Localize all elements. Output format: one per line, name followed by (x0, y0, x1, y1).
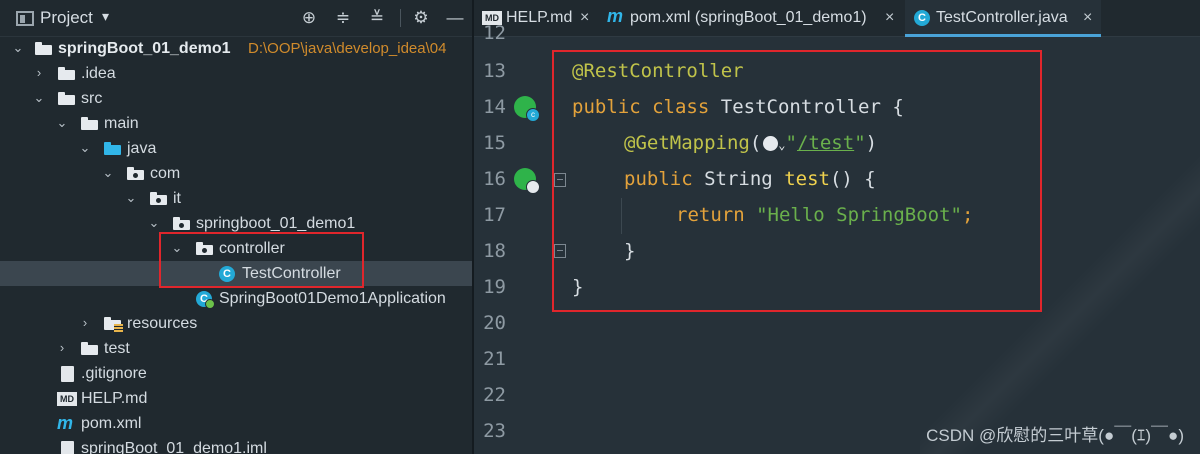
tree-row-test[interactable]: › test (0, 336, 472, 361)
maven-file-icon: m (57, 413, 74, 433)
iml-file-icon (61, 441, 74, 454)
tree-item-label: pom.xml (81, 415, 142, 432)
tree-item-label: SpringBoot01Demo1Application (219, 290, 446, 307)
watermark: CSDN @欣慰的三叶草(●￣(ｴ)￣●) (926, 426, 1184, 445)
class-icon: C (914, 10, 930, 26)
line-number: 21 (483, 348, 506, 370)
tree-row-gitignore[interactable]: .gitignore (0, 361, 472, 386)
highlight-box-code (552, 50, 1042, 312)
close-icon[interactable]: × (580, 9, 589, 27)
chevron-down-icon[interactable]: ⌄ (55, 113, 69, 133)
tab-label: TestController.java (936, 9, 1068, 26)
tree-item-label: src (81, 90, 103, 107)
spring-bean-gutter-icon[interactable]: c (514, 96, 540, 122)
collapse-all-icon[interactable]: ≚ (366, 7, 388, 29)
folder-icon (58, 67, 75, 80)
project-view-icon (16, 11, 34, 26)
highlight-box-controller (159, 232, 364, 288)
chevron-down-icon[interactable]: ⌄ (101, 163, 115, 183)
close-icon[interactable]: × (1083, 9, 1092, 27)
chevron-right-icon[interactable]: › (55, 338, 69, 358)
line-number: 13 (483, 60, 506, 82)
tree-row-pom[interactable]: m pom.xml (0, 411, 472, 436)
source-folder-icon (104, 142, 121, 155)
project-panel-header: Project ▾ ⊕ ≑ ≚ ⚙ — (0, 0, 472, 37)
line-number: 19 (483, 276, 506, 298)
expand-all-icon[interactable]: ≑ (332, 7, 354, 29)
folder-icon (81, 117, 98, 130)
tree-item-label: springboot_01_demo1 (196, 215, 356, 232)
chevron-right-icon[interactable]: › (32, 63, 46, 83)
line-number: 23 (483, 420, 506, 442)
gitignore-file-icon (61, 366, 74, 382)
toolbar-divider (400, 9, 401, 27)
package-icon (173, 217, 190, 230)
editor-tab-bar: MD HELP.md × m pom.xml (springBoot_01_de… (474, 0, 1200, 37)
tree-row-java[interactable]: ⌄ java (0, 136, 472, 161)
line-number: 20 (483, 312, 506, 334)
close-icon[interactable]: × (885, 9, 894, 27)
gear-icon[interactable]: ⚙ (410, 7, 432, 29)
tree-item-label: com (150, 165, 181, 182)
request-mapping-gutter-icon[interactable] (514, 168, 540, 194)
editor-gutter: 12 13 14 15 16 17 18 19 20 21 22 23 c (474, 22, 566, 454)
project-panel-title[interactable]: Project (40, 8, 93, 28)
markdown-file-icon: MD (57, 392, 77, 406)
tree-row-help-md[interactable]: MD HELP.md (0, 386, 472, 411)
minimize-icon[interactable]: — (444, 7, 466, 29)
tree-item-label: springBoot_01_demo1.iml (81, 440, 267, 454)
tree-item-label: it (173, 190, 181, 207)
line-number: 22 (483, 384, 506, 406)
tree-row-com[interactable]: ⌄ com (0, 161, 472, 186)
tree-row-resources[interactable]: › resources (0, 311, 472, 336)
project-path: D:\OOP\java\develop_idea\04 (248, 40, 447, 57)
chevron-down-icon[interactable]: ⌄ (124, 188, 138, 208)
tree-item-label: resources (127, 315, 198, 332)
tree-row-main[interactable]: ⌄ main (0, 111, 472, 136)
line-number: 16 (483, 168, 506, 190)
folder-icon (58, 92, 75, 105)
tree-row-application[interactable]: C SpringBoot01Demo1Application (0, 286, 472, 311)
line-number: 17 (483, 204, 506, 226)
folder-icon (81, 342, 98, 355)
tree-row-src[interactable]: ⌄ src (0, 86, 472, 111)
chevron-down-icon[interactable]: ⌄ (32, 88, 46, 108)
package-icon (150, 192, 167, 205)
line-number: 14 (483, 96, 506, 118)
tab-testcontroller-java[interactable]: C TestController.java × (905, 0, 1101, 37)
tree-row-iml[interactable]: springBoot_01_demo1.iml (0, 436, 472, 454)
line-number: 12 (483, 22, 506, 44)
project-panel: Project ▾ ⊕ ≑ ≚ ⚙ — ⌄ springBoot_01_demo… (0, 0, 472, 454)
tree-item-label: java (127, 140, 157, 157)
tree-row-it[interactable]: ⌄ it (0, 186, 472, 211)
tree-item-label: .idea (81, 65, 116, 82)
tab-label: pom.xml (springBoot_01_demo1) (630, 9, 867, 26)
line-number: 18 (483, 240, 506, 262)
tree-item-label: main (104, 115, 139, 132)
chevron-down-icon[interactable]: ⌄ (78, 138, 92, 158)
tree-row-project-root[interactable]: ⌄ springBoot_01_demo1 D:\OOP\java\develo… (0, 36, 472, 61)
chevron-down-icon[interactable]: ▾ (102, 8, 109, 25)
chevron-down-icon[interactable]: ⌄ (11, 38, 25, 58)
chevron-right-icon[interactable]: › (78, 313, 92, 333)
line-number: 15 (483, 132, 506, 154)
resources-folder-icon (104, 317, 123, 332)
module-folder-icon (35, 42, 52, 55)
tree-row-idea[interactable]: › .idea (0, 61, 472, 86)
tree-item-label: springBoot_01_demo1 (58, 40, 231, 57)
spring-boot-class-icon: C (196, 291, 215, 309)
target-icon[interactable]: ⊕ (298, 7, 320, 29)
tab-label: HELP.md (506, 9, 573, 26)
package-icon (127, 167, 144, 180)
chevron-down-icon[interactable]: ⌄ (147, 213, 161, 233)
tree-item-label: test (104, 340, 130, 357)
maven-file-icon: m (607, 6, 624, 26)
tree-item-label: HELP.md (81, 390, 148, 407)
tab-pom-xml[interactable]: m pom.xml (springBoot_01_demo1) × (599, 0, 905, 36)
editor: MD HELP.md × m pom.xml (springBoot_01_de… (474, 0, 1200, 454)
tree-item-label: .gitignore (81, 365, 147, 382)
